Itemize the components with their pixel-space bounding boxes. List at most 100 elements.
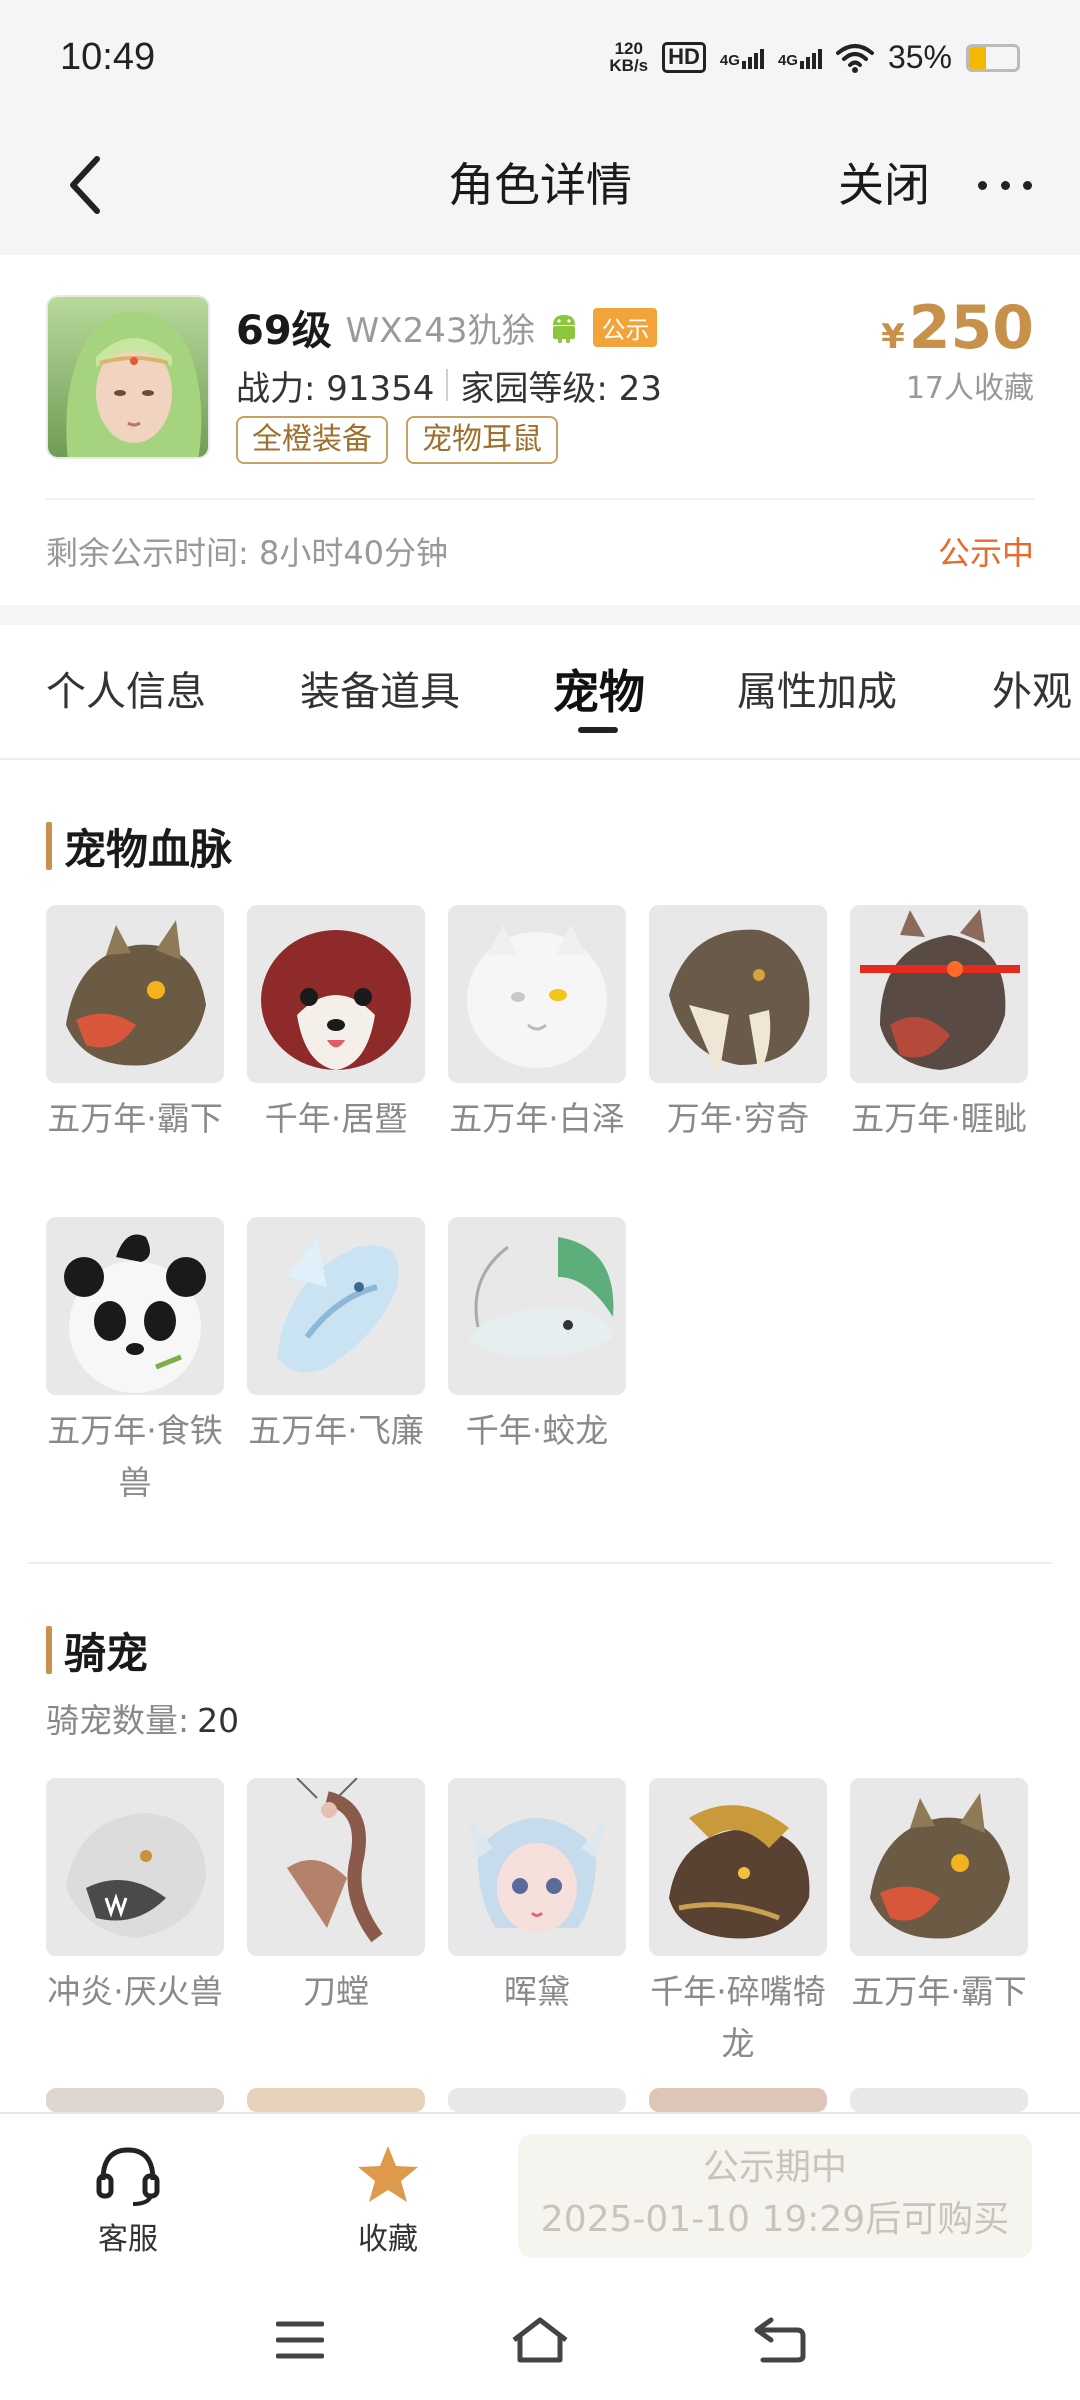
wifi-icon — [835, 43, 874, 73]
more-button[interactable] — [970, 160, 1040, 210]
divider — [46, 498, 1034, 500]
mount-image-baxia — [850, 1778, 1028, 1956]
pet-item[interactable]: 五万年·食铁兽 — [46, 1217, 224, 1529]
public-status: 公示中 — [937, 534, 1034, 572]
active-tab-indicator — [578, 727, 618, 733]
tab-personal-info[interactable]: 个人信息 — [46, 625, 206, 760]
role-stats: 战力: 91354 家园等级: 23 — [236, 357, 662, 413]
remaining-public-time: 剩余公示时间: 8小时40分钟 — [46, 534, 449, 572]
system-nav-bar — [0, 2280, 1080, 2400]
mount-image-suizui — [649, 1778, 827, 1956]
avatar-image — [48, 297, 208, 457]
mount-count: 骑宠数量: 20 — [46, 1695, 239, 1747]
buy-button-disabled[interactable]: 公示期中 2025-01-10 19:29后可购买 — [518, 2134, 1032, 2258]
title-bar: 角色详情 关闭 — [0, 115, 1080, 255]
section-title-text: 骑宠 — [64, 1628, 149, 1678]
favorite-count: 17人收藏 — [905, 371, 1034, 406]
mount-count-value: 20 — [197, 1701, 240, 1740]
stat-separator — [446, 369, 449, 401]
net-speed-unit: KB/s — [609, 55, 649, 75]
tab-appearance[interactable]: 外观 — [992, 625, 1072, 760]
pet-name: 五万年·睚眦 — [851, 1099, 1027, 1138]
pet-name: 五万年·白泽 — [449, 1099, 625, 1138]
home-icon — [512, 2317, 568, 2363]
role-header-line: 69级 WX243犰狳 公示 — [236, 297, 658, 357]
mount-image-partial — [46, 2088, 224, 2112]
mount-name: 晖黛 — [504, 1972, 570, 2011]
favorite-label: 收藏 — [358, 2222, 418, 2257]
mount-item[interactable]: 刀螳 — [247, 1778, 425, 2090]
pet-item[interactable]: 五万年·霸下 — [46, 905, 224, 1217]
pet-item[interactable]: 五万年·睚眦 — [850, 905, 1028, 1217]
mount-image-yanhuo — [46, 1778, 224, 1956]
pet-image-yazi — [850, 905, 1028, 1083]
mount-name: 千年·碎嘴犄龙 — [650, 1972, 826, 2063]
pet-item[interactable]: 五万年·飞廉 — [247, 1217, 425, 1529]
signal-4g-icon: 4G — [720, 47, 764, 69]
pet-item[interactable]: 千年·居暨 — [247, 905, 425, 1217]
pet-image-qiongqi — [649, 905, 827, 1083]
tab-attribute-bonus[interactable]: 属性加成 — [737, 625, 897, 760]
favorite-button[interactable]: 收藏 — [328, 2142, 448, 2258]
pet-name: 万年·穷奇 — [666, 1099, 810, 1138]
menu-icon — [276, 2321, 324, 2359]
hd-icon: HD — [662, 42, 706, 73]
customer-service-button[interactable]: 客服 — [68, 2142, 188, 2258]
role-tag: 宠物耳鼠 — [406, 416, 558, 464]
pet-image-panda — [46, 1217, 224, 1395]
role-name: WX243犰狳 — [345, 310, 536, 351]
mount-item[interactable]: 晖黛 — [448, 1778, 626, 2090]
section-title-pet-bloodline: 宠物血脉 — [46, 818, 232, 874]
pet-image-jiaolong — [448, 1217, 626, 1395]
close-button[interactable]: 关闭 — [838, 115, 930, 255]
menu-nav-button[interactable] — [270, 2310, 330, 2370]
price: ¥ 250 — [881, 293, 1034, 363]
price-value: 250 — [908, 293, 1034, 363]
mount-image-partial — [448, 2088, 626, 2112]
role-card[interactable]: 69级 WX243犰狳 公示 战力: 91354 家园等级: 23 全橙装备 宠… — [0, 255, 1080, 605]
mount-item[interactable]: 冲炎·厌火兽 — [46, 1778, 224, 2090]
role-tag: 全橙装备 — [236, 416, 388, 464]
mount-count-label: 骑宠数量: — [46, 1701, 190, 1740]
pet-item[interactable]: 万年·穷奇 — [649, 905, 827, 1217]
role-level: 69级 — [236, 308, 332, 354]
signal-label-2: 4G — [777, 51, 798, 69]
section-accent-bar — [46, 822, 52, 870]
back-nav-button[interactable] — [750, 2310, 810, 2370]
mount-name: 五万年·霸下 — [851, 1972, 1027, 2011]
mount-image-partial — [247, 2088, 425, 2112]
headset-icon — [96, 2147, 160, 2206]
pet-name: 五万年·食铁兽 — [47, 1411, 223, 1502]
battery-percent: 35% — [887, 39, 952, 75]
section-title-mounts: 骑宠 — [46, 1622, 148, 1678]
status-bar: 10:49 120 KB/s HD 4G 4G 35% — [0, 0, 1080, 115]
mount-grid: 冲炎·厌火兽 刀螳 晖黛 千年·碎嘴犄龙 五万年·霸下 — [46, 1778, 1046, 2090]
signal-label-1: 4G — [719, 51, 740, 69]
status-time: 10:49 — [60, 36, 156, 78]
home-nav-button[interactable] — [510, 2310, 570, 2370]
mount-item[interactable]: 五万年·霸下 — [850, 1778, 1028, 2090]
signal-4g-icon-2: 4G — [778, 47, 822, 69]
buy-available-time: 2025-01-10 19:29后可购买 — [540, 2199, 1010, 2240]
status-icons: 120 KB/s HD 4G 4G 35% — [609, 39, 1020, 76]
role-avatar[interactable] — [46, 295, 210, 459]
pet-name: 五万年·飞廉 — [248, 1411, 424, 1450]
back-arrow-icon — [754, 2317, 806, 2363]
mount-name: 刀螳 — [303, 1972, 369, 2011]
tab-equipment[interactable]: 装备道具 — [300, 625, 460, 760]
net-speed: 120 KB/s — [609, 40, 649, 75]
pet-name: 千年·蛟龙 — [465, 1411, 609, 1450]
role-tags: 全橙装备 宠物耳鼠 — [236, 416, 558, 464]
bottom-action-bar: 客服 收藏 公示期中 2025-01-10 19:29后可购买 — [0, 2112, 1080, 2280]
mount-item[interactable]: 千年·碎嘴犄龙 — [649, 1778, 827, 2090]
section-gap — [0, 605, 1080, 625]
pet-image-juji — [247, 905, 425, 1083]
pet-item[interactable]: 五万年·白泽 — [448, 905, 626, 1217]
more-dot — [1000, 180, 1010, 190]
section-accent-bar — [46, 1626, 52, 1674]
public-badge: 公示 — [593, 307, 658, 347]
tab-pets[interactable]: 宠物 — [553, 625, 645, 760]
more-dot — [978, 180, 987, 190]
pet-item[interactable]: 千年·蛟龙 — [448, 1217, 626, 1529]
mount-image-partial — [850, 2088, 1028, 2112]
